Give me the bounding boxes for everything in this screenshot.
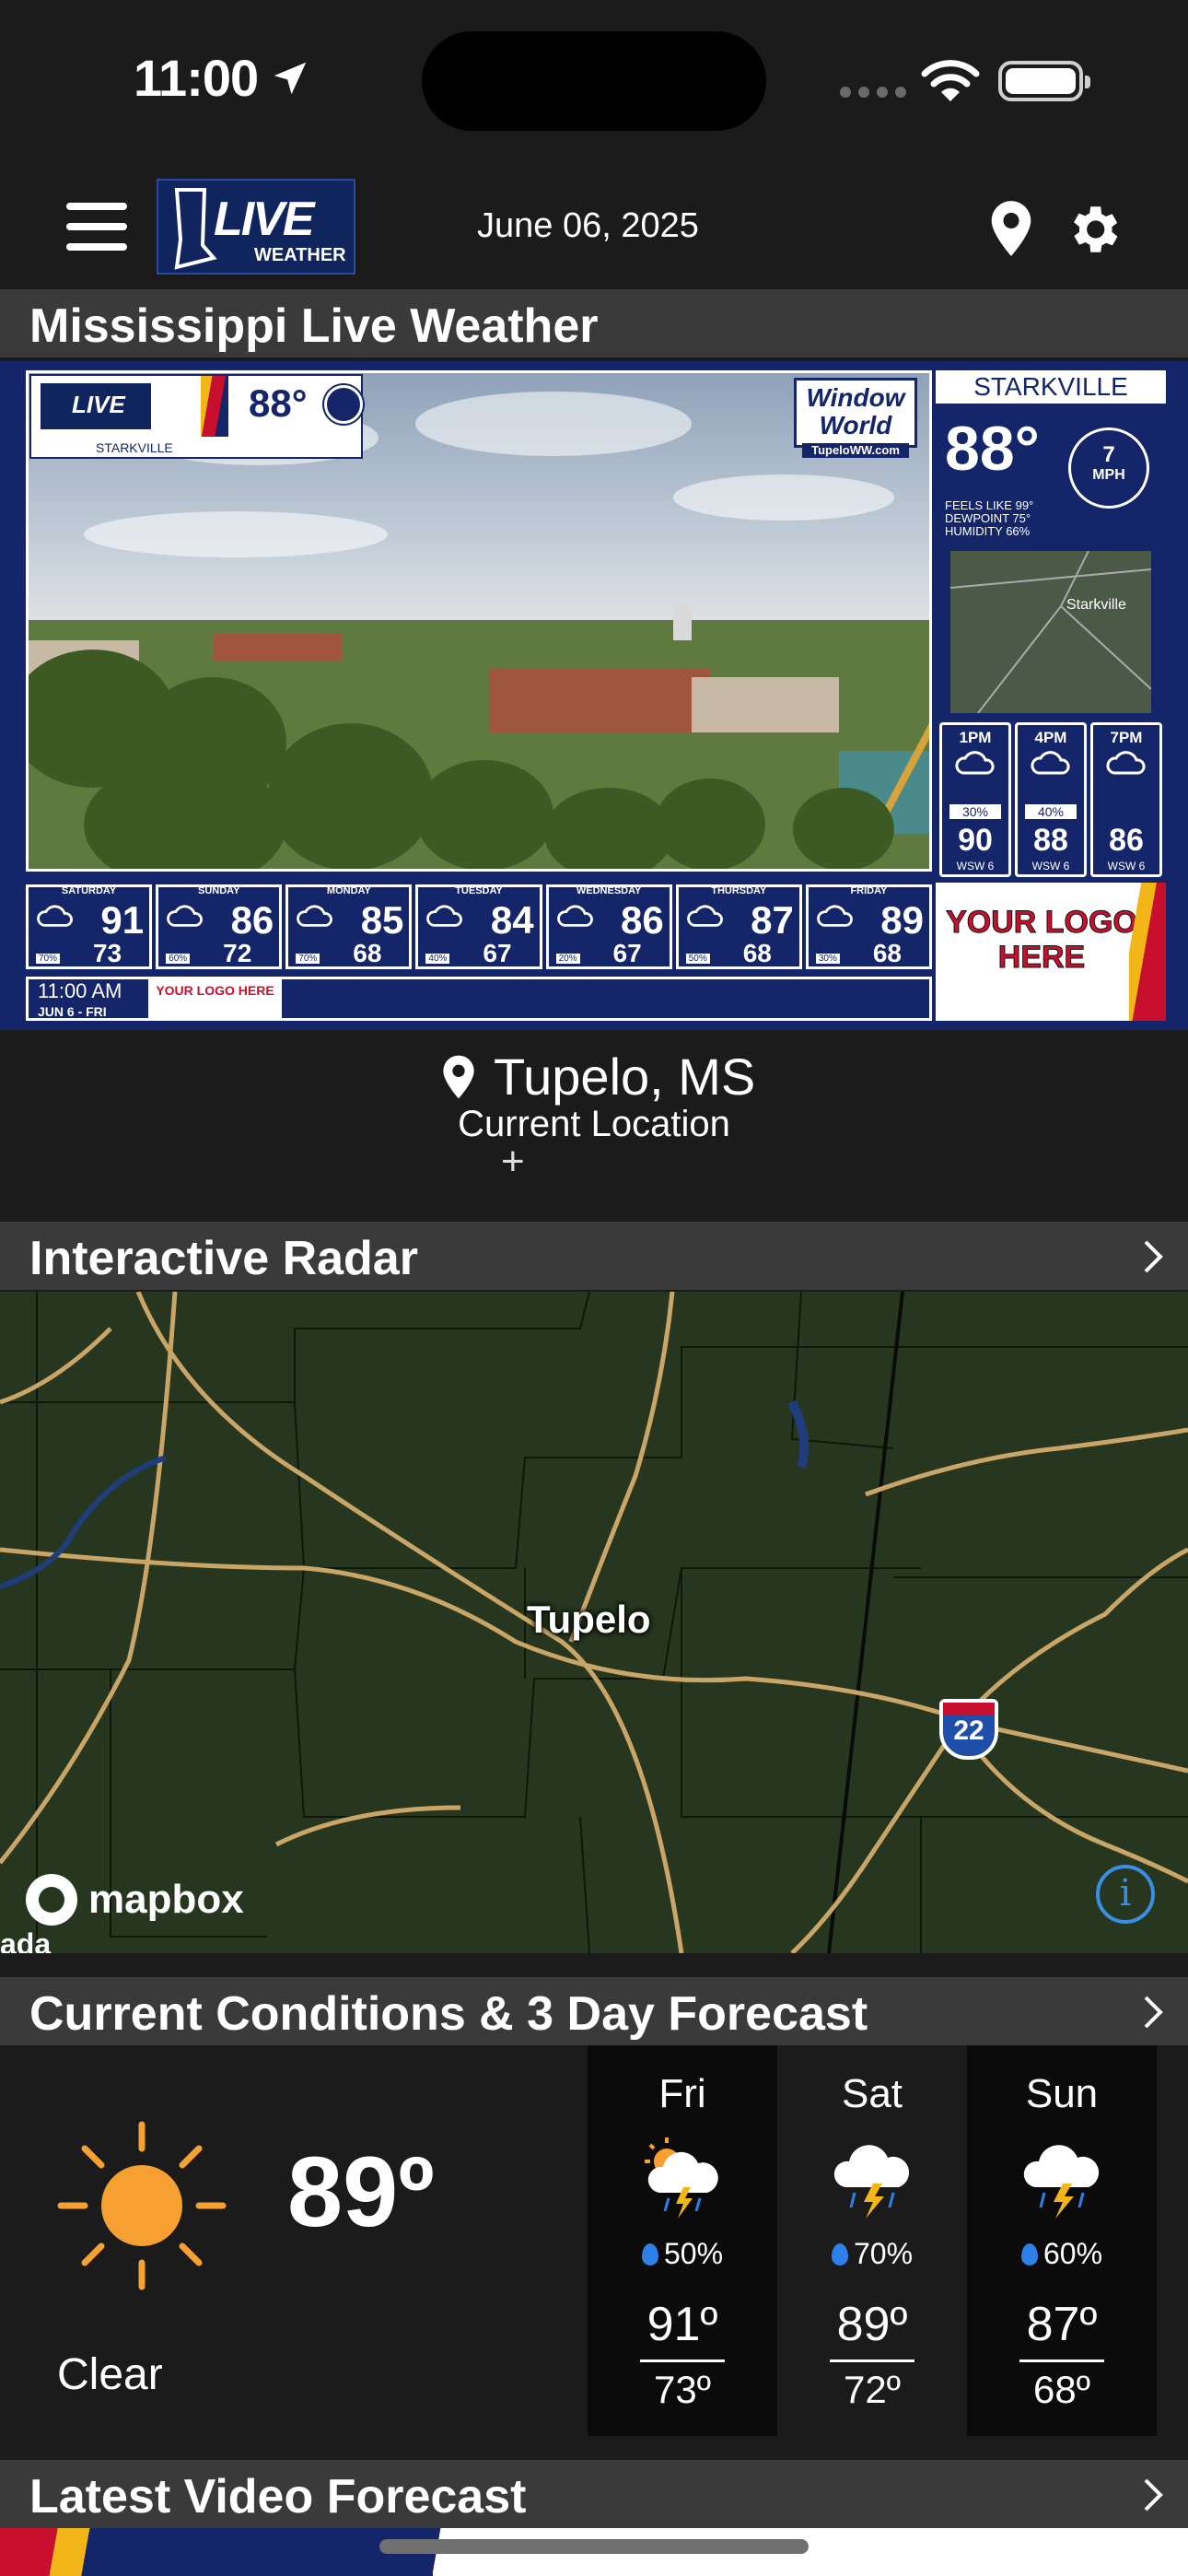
cloud-rain-icon	[167, 905, 204, 927]
hamburger-menu-icon[interactable]	[66, 203, 127, 254]
location-pin-icon	[443, 1055, 474, 1099]
section-title: Mississippi Live Weather	[29, 299, 599, 353]
overlay-city: STARKVILLE	[96, 440, 173, 455]
wifi-icon	[921, 60, 980, 101]
location-subtitle: Current Location	[458, 1104, 730, 1144]
raindrop-icon	[831, 2243, 848, 2266]
hourly-item: 7PM 86 WSW 6	[1090, 722, 1162, 877]
sun-storm-icon	[645, 2137, 718, 2219]
ad-your-logo-large[interactable]: YOUR LOGO HERE	[936, 883, 1166, 1021]
location-arrow-icon	[274, 62, 307, 95]
webcam-current-overlay: LIVE 88° STARKVILLE	[29, 374, 363, 459]
chevron-right-icon	[1144, 2478, 1163, 2512]
storm-cloud-icon	[833, 2145, 910, 2219]
location-name: Tupelo, MS	[494, 1048, 756, 1106]
status-time: 11:00	[134, 49, 259, 107]
sidebar-city: STARKVILLE	[936, 370, 1166, 404]
map-edge-label: ada	[0, 1927, 52, 1953]
cloud-storm-icon	[686, 905, 723, 927]
cloud-icon	[817, 905, 853, 927]
forecast-day[interactable]: Sat 70% 89º 72º	[777, 2045, 967, 2436]
day-item: SUNDAY 86 72 60%	[156, 884, 283, 969]
app-header: LIVE WEATHER June 06, 2025	[0, 166, 1188, 289]
radar-map[interactable]: Tupelo 22 mapbox ada i	[0, 1292, 1188, 1953]
sidebar-map: Starkville	[950, 551, 1151, 713]
webcam-sidebar: STARKVILLE 88° 7 MPH FEELS LIKE 99° DEWP…	[936, 370, 1166, 877]
day-item: WEDNESDAY 86 67 20%	[545, 884, 672, 969]
mapbox-logo-icon	[26, 1874, 77, 1926]
current-location[interactable]: Tupelo, MS Current Location +	[0, 1030, 1188, 1222]
location-pin-icon[interactable]	[985, 199, 1037, 258]
raindrop-icon	[641, 2243, 658, 2266]
chevron-right-icon	[1144, 1240, 1163, 1273]
forecast-day[interactable]: Fri 50% 91º 73º	[588, 2045, 777, 2436]
cloud-storm-icon	[1031, 751, 1070, 775]
partly-cloudy-icon	[556, 905, 593, 927]
settings-gear-icon[interactable]	[1063, 199, 1124, 260]
overlay-wind-badge	[324, 385, 363, 424]
hourly-item: 1PM 30% 90 WSW 6	[939, 722, 1011, 877]
section-title: Interactive Radar	[29, 1232, 418, 1285]
sponsor-badge: Window World TupeloWW.com	[794, 378, 917, 458]
interstate-shield: 22	[939, 1699, 998, 1760]
section-bar-live-weather: Mississippi Live Weather	[0, 289, 1188, 357]
wind-dial: 7 MPH	[1068, 427, 1149, 509]
partly-cloudy-icon	[1106, 751, 1146, 775]
webcam-time: 11:00 AM JUN 6 - FRI	[38, 979, 122, 1020]
app-logo: LIVE WEATHER	[157, 179, 355, 275]
current-temp: 89º	[287, 2136, 435, 2247]
cloud-rain-icon	[37, 905, 73, 927]
current-conditions[interactable]: 89º Clear Fri 50% 91º 73º Sat 70% 89º 72…	[0, 2045, 1188, 2460]
cellular-signal-icon	[840, 87, 906, 98]
battery-icon	[998, 61, 1090, 101]
hourly-forecast: 1PM 30% 90 WSW 6 4PM 40% 88 WSW 6 7PM 86…	[936, 713, 1166, 877]
sidebar-temp: 88°	[945, 414, 1040, 484]
ad-your-logo-small[interactable]: YOUR LOGO HERE	[148, 979, 282, 1018]
overlay-temp: 88°	[249, 381, 308, 425]
webcam-time-bar: 11:00 AM JUN 6 - FRI YOUR LOGO HERE	[26, 977, 932, 1021]
info-icon[interactable]: i	[1096, 1865, 1155, 1924]
home-indicator[interactable]	[379, 2539, 809, 2554]
logo-text: LIVE	[214, 193, 315, 246]
sun-icon	[57, 2121, 227, 2290]
day-item: SATURDAY 91 73 70%	[26, 884, 153, 969]
section-title: Latest Video Forecast	[29, 2470, 527, 2523]
hourly-item: 4PM 40% 88 WSW 6	[1015, 722, 1087, 877]
section-bar-conditions[interactable]: Current Conditions & 3 Day Forecast	[0, 1977, 1188, 2045]
sidebar-details: FEELS LIKE 99° DEWPOINT 75° HUMIDITY 66%	[945, 498, 1034, 538]
day-item: MONDAY 85 68 70%	[285, 884, 413, 969]
forecast-day[interactable]: Sun 60% 87º 68º	[967, 2045, 1157, 2436]
sun-storm-icon	[426, 905, 463, 927]
day-item: THURSDAY 87 68 50%	[675, 884, 802, 969]
overlay-logo: LIVE	[41, 383, 151, 429]
map-city-label: Tupelo	[527, 1598, 651, 1641]
section-bar-video[interactable]: Latest Video Forecast	[0, 2460, 1188, 2528]
raindrop-icon	[1020, 2243, 1038, 2266]
status-bar: 11:00	[0, 0, 1188, 166]
header-date: June 06, 2025	[477, 206, 699, 245]
dynamic-island	[422, 31, 766, 131]
section-title: Current Conditions & 3 Day Forecast	[29, 1987, 868, 2041]
day-item: TUESDAY 84 67 40%	[415, 884, 542, 969]
storm-cloud-icon	[1023, 2145, 1100, 2219]
seven-day-strip: SATURDAY 91 73 70% SUNDAY 86 72 60% MONDAY 85 68…	[26, 884, 932, 969]
chevron-right-icon	[1144, 1996, 1163, 2029]
logo-subtext: WEATHER	[254, 245, 346, 265]
crosshair-icon: +	[501, 1139, 525, 1184]
day-item: FRIDAY 89 68 30%	[805, 884, 932, 969]
cloud-rain-icon	[955, 751, 995, 775]
current-description: Clear	[57, 2350, 163, 2399]
section-bar-radar[interactable]: Interactive Radar	[0, 1222, 1188, 1290]
live-webcam-panel[interactable]: LIVE 88° STARKVILLE Window World TupeloW…	[0, 361, 1188, 1030]
mapbox-attribution[interactable]: mapbox	[26, 1874, 244, 1926]
cloud-storm-icon	[297, 905, 333, 927]
